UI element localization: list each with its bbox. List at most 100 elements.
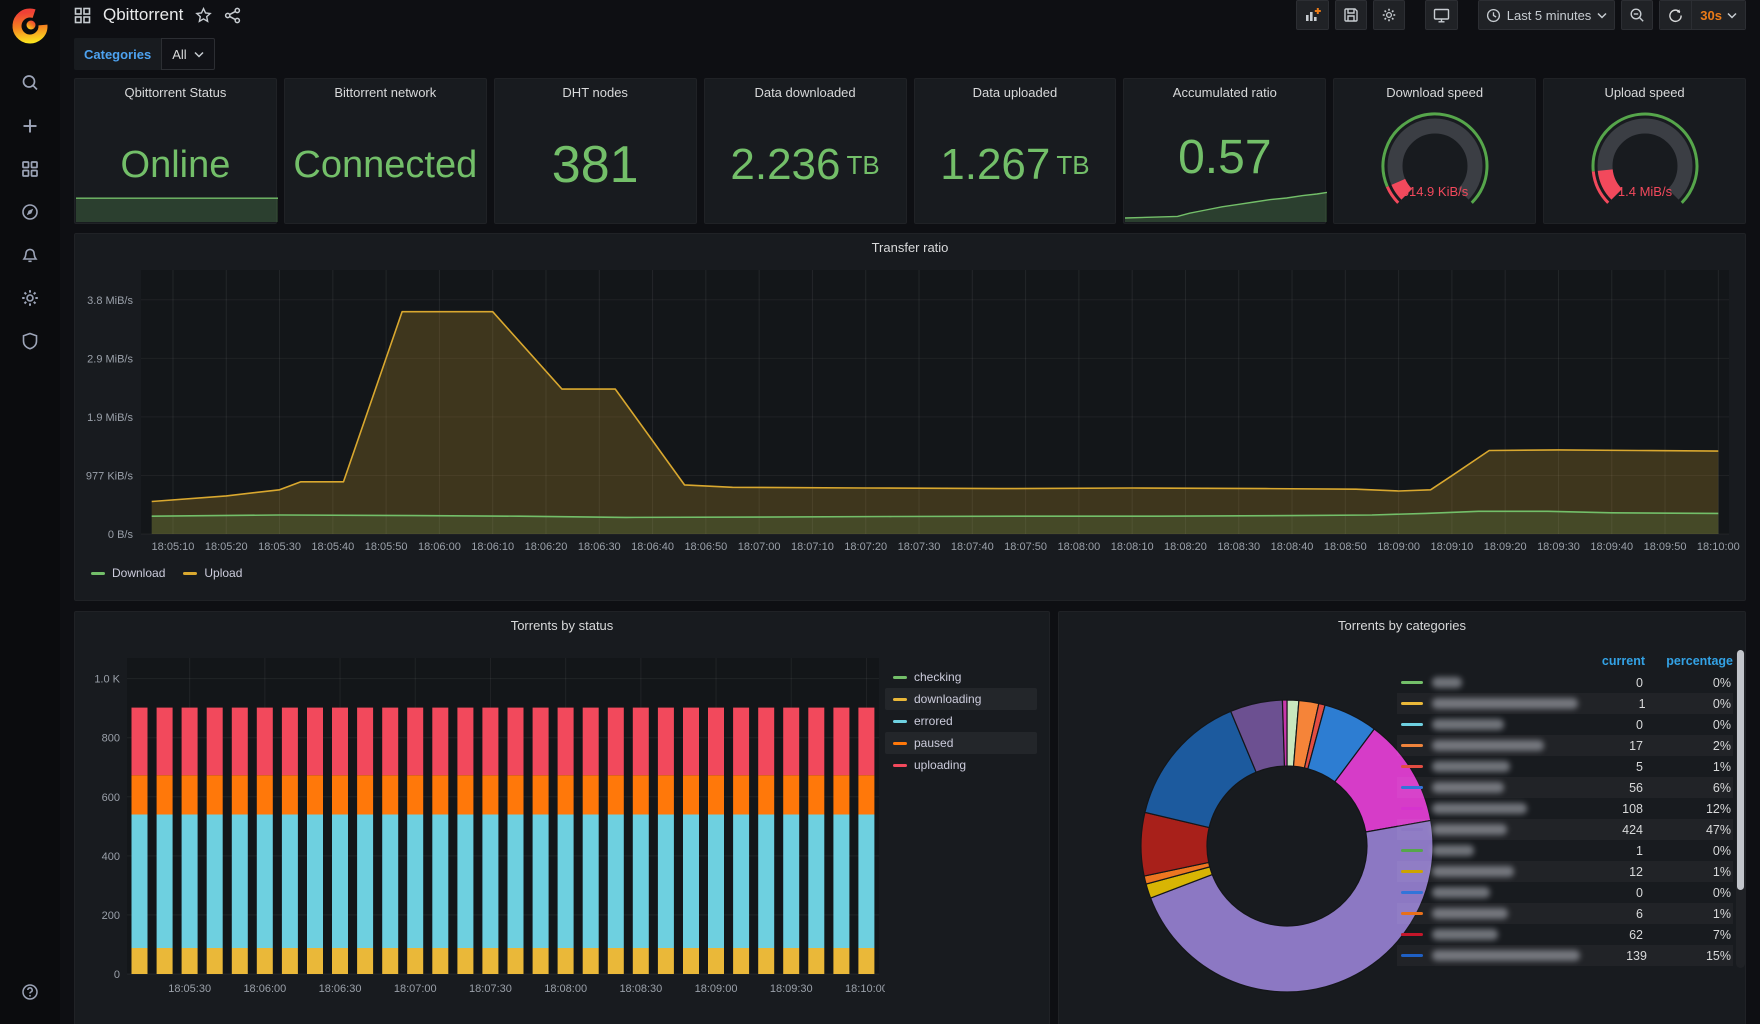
svg-text:18:06:50: 18:06:50 — [684, 541, 727, 553]
svg-text:18:08:00: 18:08:00 — [544, 983, 587, 995]
category-swatch[interactable] — [1401, 744, 1423, 747]
category-label-blurred — [1432, 950, 1581, 961]
help-icon[interactable] — [20, 982, 40, 1002]
category-label-blurred — [1432, 719, 1504, 730]
dashboards-icon[interactable] — [20, 159, 40, 179]
legend-item-paused[interactable]: paused — [885, 732, 1037, 754]
legend-swatch — [91, 571, 105, 575]
column-header-percentage[interactable]: percentage — [1645, 654, 1733, 668]
sidebar-bottom — [20, 982, 40, 1002]
category-label-blurred — [1432, 866, 1514, 877]
legend-item-checking[interactable]: checking — [885, 666, 1037, 688]
refresh-interval-dropdown[interactable]: 30s — [1691, 1, 1745, 29]
panel-title[interactable]: Accumulated ratio — [1124, 79, 1325, 107]
panel-title[interactable]: Qbittorrent Status — [75, 79, 276, 107]
variable-label[interactable]: Categories — [74, 38, 162, 70]
tv-mode-button[interactable] — [1424, 0, 1458, 30]
category-current-value: 108 — [1622, 801, 1643, 816]
legend-item-download[interactable]: Download — [91, 566, 165, 580]
category-swatch[interactable] — [1401, 912, 1423, 915]
panel-title[interactable]: Data downloaded — [705, 79, 906, 107]
category-swatch[interactable] — [1401, 933, 1423, 936]
category-swatch[interactable] — [1401, 765, 1423, 768]
panel-title[interactable]: Transfer ratio — [75, 234, 1745, 262]
chevron-down-icon — [194, 51, 204, 58]
navbar: Qbittorrent Last 5 minutes 30s — [60, 0, 1760, 30]
category-label-blurred — [1432, 845, 1474, 856]
dashboard-title[interactable]: Qbittorrent — [103, 5, 183, 25]
main-area: Qbittorrent Last 5 minutes 30s Categorie… — [60, 0, 1760, 1024]
category-current-value: 6 — [1636, 906, 1643, 921]
category-swatch[interactable] — [1401, 702, 1423, 705]
panel-title[interactable]: Torrents by categories — [1059, 612, 1745, 640]
svg-text:18:08:30: 18:08:30 — [1217, 541, 1260, 553]
legend-label: paused — [914, 736, 954, 750]
category-percentage-value: 0% — [1712, 696, 1731, 711]
category-percentage-value: 2% — [1712, 738, 1731, 753]
category-swatch[interactable] — [1401, 786, 1423, 789]
svg-text:18:06:20: 18:06:20 — [525, 541, 568, 553]
add-panel-button[interactable] — [1295, 0, 1329, 30]
time-range-label: Last 5 minutes — [1506, 7, 1592, 23]
save-dashboard-button[interactable] — [1334, 0, 1367, 30]
svg-text:18:05:10: 18:05:10 — [152, 541, 195, 553]
column-header-current[interactable]: current — [1575, 654, 1645, 668]
category-current-value: 62 — [1629, 927, 1643, 942]
svg-text:400: 400 — [102, 851, 120, 863]
create-plus-icon[interactable] — [20, 116, 40, 136]
settings-gear-icon[interactable] — [20, 288, 40, 308]
category-swatch[interactable] — [1401, 723, 1423, 726]
svg-text:18:09:30: 18:09:30 — [1537, 541, 1580, 553]
star-icon[interactable] — [195, 6, 213, 24]
explore-compass-icon[interactable] — [20, 202, 40, 222]
table-row: 0 0% — [1397, 672, 1733, 693]
panel-title[interactable]: Data uploaded — [915, 79, 1116, 107]
torrents-by-status-chart[interactable]: 0 200 400 600 800 1.0 K 18:05:30 18:06:00 18:06:… — [79, 642, 885, 1014]
categories-table: current percentage 0 0% 1 0% 0 0% 17 2% 5 1% 56 6% 1… — [1397, 650, 1733, 966]
category-swatch[interactable] — [1401, 849, 1423, 852]
category-label-blurred — [1432, 887, 1490, 898]
table-row: 12 1% — [1397, 861, 1733, 882]
svg-text:18:08:20: 18:08:20 — [1164, 541, 1207, 553]
category-swatch[interactable] — [1401, 891, 1423, 894]
variable-value-dropdown[interactable]: All — [161, 38, 215, 70]
category-percentage-value: 6% — [1712, 780, 1731, 795]
time-range-picker[interactable]: Last 5 minutes — [1477, 0, 1616, 30]
category-swatch[interactable] — [1401, 681, 1423, 684]
refresh-button[interactable] — [1660, 1, 1692, 29]
category-swatch[interactable] — [1401, 807, 1423, 810]
dashboard-grid-icon[interactable] — [74, 7, 91, 24]
share-icon[interactable] — [224, 7, 241, 24]
transfer-ratio-chart[interactable]: 18:05:10 18:05:20 18:05:30 18:05:40 18:05:50… — [75, 262, 1743, 562]
panel-accumulated-ratio: Accumulated ratio 0.57 — [1123, 78, 1328, 224]
alerting-bell-icon[interactable] — [20, 245, 40, 265]
panel-title[interactable]: Upload speed — [1544, 79, 1745, 107]
legend-label: Download — [112, 566, 166, 580]
admin-shield-icon[interactable] — [20, 331, 40, 351]
category-swatch[interactable] — [1401, 828, 1423, 831]
category-current-value: 12 — [1629, 864, 1643, 879]
svg-text:18:06:10: 18:06:10 — [471, 541, 514, 553]
svg-text:18:09:30: 18:09:30 — [770, 983, 813, 995]
category-swatch[interactable] — [1401, 954, 1423, 957]
svg-text:1.4 MiB/s: 1.4 MiB/s — [1617, 184, 1672, 199]
panel-title[interactable]: Torrents by status — [75, 612, 1049, 640]
table-scrollbar-thumb[interactable] — [1737, 650, 1744, 890]
category-current-value: 5 — [1636, 759, 1643, 774]
grafana-logo[interactable] — [10, 5, 50, 45]
zoom-out-time-button[interactable] — [1621, 0, 1654, 30]
svg-text:0 B/s: 0 B/s — [108, 529, 134, 541]
search-icon[interactable] — [20, 73, 40, 93]
legend-item-uploading[interactable]: uploading — [885, 754, 1037, 776]
legend-item-upload[interactable]: Upload — [183, 566, 242, 580]
legend-item-downloading[interactable]: downloading — [885, 688, 1037, 710]
panel-title[interactable]: Bittorrent network — [285, 79, 486, 107]
category-percentage-value: 15% — [1705, 948, 1731, 963]
panel-title[interactable]: DHT nodes — [495, 79, 696, 107]
legend-item-errored[interactable]: errored — [885, 710, 1037, 732]
svg-text:18:06:00: 18:06:00 — [418, 541, 461, 553]
dashboard-settings-button[interactable] — [1372, 0, 1405, 30]
category-swatch[interactable] — [1401, 870, 1423, 873]
panel-title[interactable]: Download speed — [1334, 79, 1535, 107]
category-current-value: 17 — [1629, 738, 1643, 753]
